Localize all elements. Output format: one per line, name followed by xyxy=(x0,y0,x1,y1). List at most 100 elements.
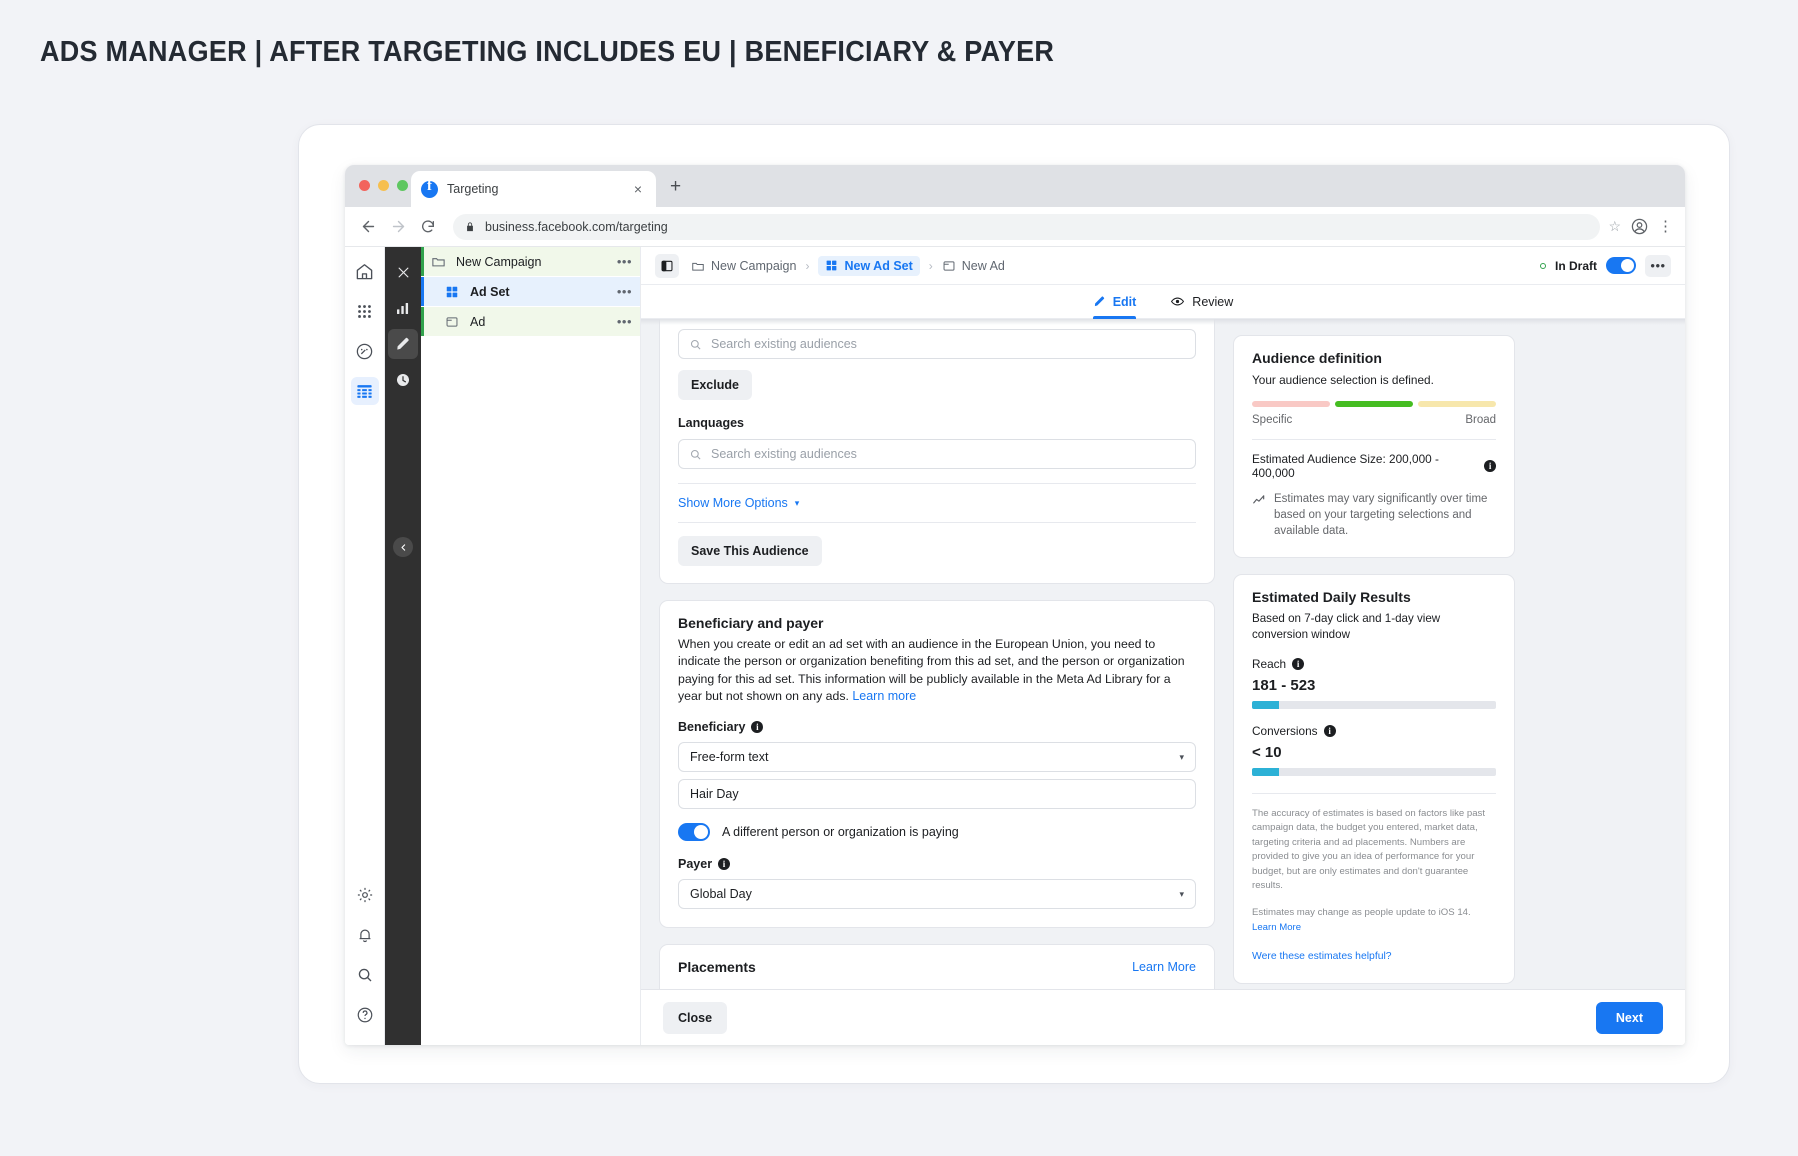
info-icon[interactable]: i xyxy=(1484,460,1496,473)
profile-icon[interactable] xyxy=(1631,218,1648,235)
app-body: New Campaign ••• Ad Set ••• Ad ••• New C… xyxy=(345,247,1685,1045)
row-menu-icon[interactable]: ••• xyxy=(617,315,632,328)
breadcrumb-label: New Ad xyxy=(961,258,1005,273)
close-icon[interactable] xyxy=(388,257,418,287)
chevron-down-icon[interactable]: ▾ xyxy=(795,498,800,509)
forward-icon[interactable] xyxy=(385,214,411,240)
info-icon[interactable]: i xyxy=(1323,724,1336,737)
payer-select[interactable]: Global Day ▾ xyxy=(678,879,1196,910)
metric-value: < 10 xyxy=(1252,743,1282,761)
tree-label: Ad xyxy=(470,314,486,329)
exclude-search-input[interactable] xyxy=(678,329,1196,359)
chevron-down-icon: ▾ xyxy=(1179,751,1184,762)
sidebar-item-settings[interactable] xyxy=(351,881,379,909)
ios-note-text: Estimates may change as people update to… xyxy=(1252,907,1471,919)
minimize-window-button[interactable] xyxy=(378,180,389,191)
adset-grid-icon xyxy=(825,259,838,272)
placements-card: Placements Learn More Automatic Placemen… xyxy=(659,944,1215,989)
panel-toggle-icon[interactable] xyxy=(655,253,679,278)
sidebar-item-tables[interactable] xyxy=(350,377,379,405)
metric-label-text: Reach xyxy=(1252,656,1287,671)
feedback-link[interactable]: Were these estimates helpful? xyxy=(1252,949,1496,965)
ad-window-icon xyxy=(942,259,956,273)
lock-icon xyxy=(465,221,475,233)
info-icon[interactable]: i xyxy=(1292,657,1305,670)
scale-right-label: Broad xyxy=(1465,414,1496,427)
window-controls[interactable] xyxy=(359,180,408,191)
bookmark-star-icon[interactable]: ☆ xyxy=(1608,218,1621,235)
form-column: Exclude Lanquages Show More Options xyxy=(659,319,1215,989)
breadcrumb-label: New Campaign xyxy=(711,258,797,273)
adset-grid-icon xyxy=(445,285,463,299)
close-button[interactable]: Close xyxy=(663,1001,728,1034)
status-toggle[interactable] xyxy=(1606,257,1636,274)
browser-toolbar: business.facebook.com/targeting ☆ ⋮ xyxy=(345,207,1685,247)
beneficiary-label-text: Beneficiary xyxy=(678,720,746,735)
chevron-left-icon[interactable] xyxy=(393,537,413,557)
folder-icon xyxy=(691,259,705,273)
show-more-options-link[interactable]: Show More Options xyxy=(678,496,788,510)
overflow-menu-icon[interactable]: ••• xyxy=(1645,254,1671,277)
bar-chart-icon[interactable] xyxy=(388,293,418,323)
beneficiary-text-value: Hair Day xyxy=(690,787,739,802)
breadcrumb-item-campaign[interactable]: New Campaign xyxy=(691,259,796,273)
new-tab-button[interactable]: + xyxy=(670,177,681,196)
search-field[interactable] xyxy=(711,337,1185,351)
beneficiary-select[interactable]: Free-form text ▾ xyxy=(678,742,1196,773)
table-row[interactable]: New Campaign ••• xyxy=(421,247,640,277)
card-subtitle: Based on 7-day click and 1-day view conv… xyxy=(1252,611,1441,641)
sidebar-item-help[interactable] xyxy=(351,1001,379,1029)
row-menu-icon[interactable]: ••• xyxy=(617,285,632,298)
clock-icon[interactable] xyxy=(388,365,418,395)
reload-icon[interactable] xyxy=(415,214,441,240)
close-window-button[interactable] xyxy=(359,180,370,191)
close-icon[interactable]: × xyxy=(630,180,646,198)
table-row[interactable]: Ad Set ••• xyxy=(421,277,640,307)
folder-icon xyxy=(431,254,449,269)
sidebar-item-apps[interactable] xyxy=(351,297,379,325)
estimated-size-text: Estimated Audience Size: 200,000 - 400,0… xyxy=(1252,452,1439,481)
estimated-results-card: Estimated Daily Results Based on 7-day c… xyxy=(1233,573,1515,984)
info-icon[interactable]: i xyxy=(718,858,731,871)
learn-more-link[interactable]: Learn more xyxy=(852,689,916,703)
global-nav-rail xyxy=(345,247,385,1045)
row-menu-icon[interactable]: ••• xyxy=(617,255,632,268)
sidebar-item-notifications[interactable] xyxy=(351,921,379,949)
status-badge: In Draft xyxy=(1555,258,1597,273)
sidebar-item-home[interactable] xyxy=(351,257,379,285)
search-icon xyxy=(689,338,702,351)
facebook-icon xyxy=(421,178,438,198)
learn-more-link[interactable]: Learn More xyxy=(1132,960,1196,974)
tab-review[interactable]: Review xyxy=(1170,285,1233,319)
browser-menu-icon[interactable]: ⋮ xyxy=(1658,219,1673,234)
breadcrumb-label: New Ad Set xyxy=(844,258,913,273)
search-icon xyxy=(689,448,702,461)
browser-window: Targeting × + business.facebook.com/targ… xyxy=(345,165,1685,1045)
info-icon[interactable]: i xyxy=(751,721,764,734)
sidebar-item-dashboard[interactable] xyxy=(351,337,379,365)
section-title: Placements xyxy=(678,959,756,976)
different-payer-toggle[interactable] xyxy=(678,823,710,842)
save-audience-button[interactable]: Save This Audience xyxy=(678,536,822,566)
tab-edit[interactable]: Edit xyxy=(1092,285,1136,319)
beneficiary-text-input[interactable]: Hair Day xyxy=(678,779,1196,810)
learn-more-link[interactable]: Learn More xyxy=(1252,922,1301,933)
url-text: business.facebook.com/targeting xyxy=(485,219,668,234)
search-field[interactable] xyxy=(711,447,1185,461)
section-title: Beneficiary and payer xyxy=(678,615,824,631)
breadcrumb-item-adset[interactable]: New Ad Set xyxy=(818,255,920,276)
maximize-window-button[interactable] xyxy=(397,180,408,191)
languages-search-input[interactable] xyxy=(678,439,1196,469)
exclude-button[interactable]: Exclude xyxy=(678,370,752,400)
table-row[interactable]: Ad ••• xyxy=(421,307,640,337)
tree-label: Ad Set xyxy=(470,284,510,299)
address-bar[interactable]: business.facebook.com/targeting xyxy=(453,213,1601,240)
back-icon[interactable] xyxy=(355,214,381,240)
footer-bar: Close Next xyxy=(641,989,1685,1045)
breadcrumb-item-ad[interactable]: New Ad xyxy=(942,259,1005,273)
pencil-icon[interactable] xyxy=(388,329,418,359)
browser-tab[interactable]: Targeting × xyxy=(411,171,656,207)
browser-tabstrip: Targeting × + xyxy=(345,165,1685,207)
sidebar-item-search[interactable] xyxy=(351,961,379,989)
next-button[interactable]: Next xyxy=(1595,1001,1663,1034)
